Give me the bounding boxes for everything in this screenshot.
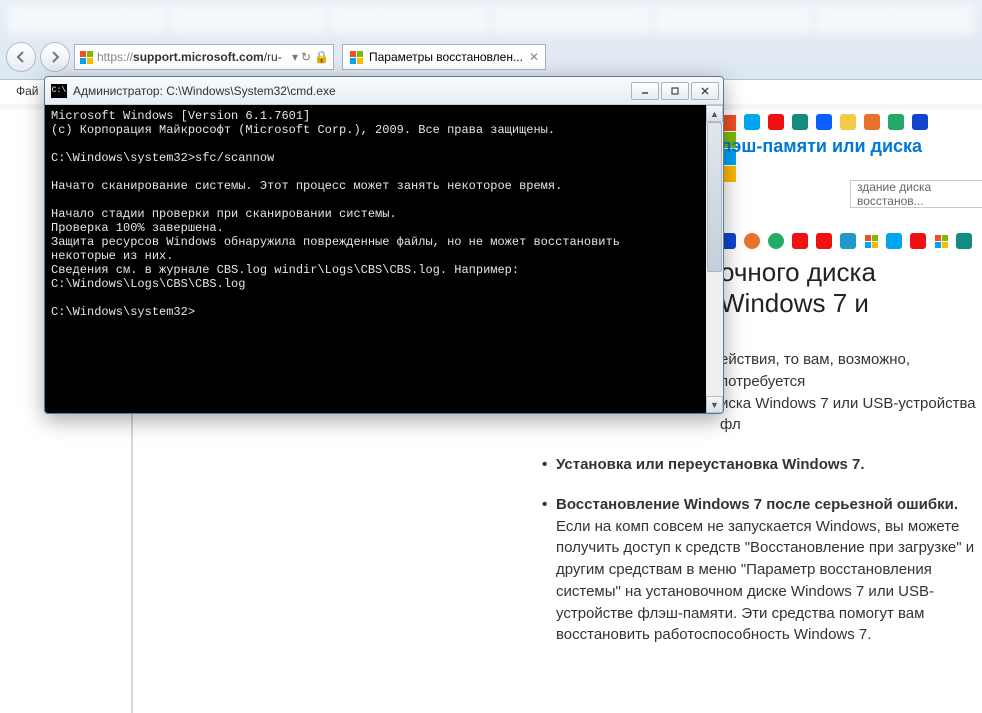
tab-strip: Параметры восстановлен... ✕ [342, 44, 546, 70]
bullet-list: Установка или переустановка Windows 7. В… [526, 454, 982, 646]
list-item: Установка или переустановка Windows 7. [542, 454, 982, 476]
misc-icon[interactable] [744, 233, 760, 249]
windows-logo-icon[interactable] [934, 234, 948, 248]
refresh-icon[interactable]: ↻ [301, 50, 311, 64]
misc-icon[interactable] [768, 233, 784, 249]
windows-logo-icon [79, 50, 93, 64]
blurred-tab-strip [0, 0, 982, 40]
cmd-output[interactable]: Microsoft Windows [Version 6.1.7601] (c)… [45, 105, 706, 413]
maximize-button[interactable] [661, 82, 689, 100]
edge-icon[interactable] [886, 233, 902, 249]
yandex-icon[interactable] [768, 114, 784, 130]
bing-icon[interactable] [816, 114, 832, 130]
1c-icon[interactable] [840, 114, 856, 130]
tax-icon[interactable] [956, 233, 972, 249]
dropdown-icon[interactable]: ▾ [292, 50, 298, 64]
search-text: здание диска восстанов... [857, 180, 982, 208]
tax-icon[interactable] [792, 114, 808, 130]
scroll-track[interactable] [706, 122, 723, 396]
edge-icon[interactable] [744, 114, 760, 130]
minimize-button[interactable] [631, 82, 659, 100]
misc-icon[interactable] [912, 114, 928, 130]
close-button[interactable] [691, 82, 719, 100]
file-menu[interactable]: Фай [16, 84, 39, 98]
cmd-title: Администратор: C:\Windows\System32\cmd.e… [73, 84, 625, 98]
misc-icon[interactable] [888, 114, 904, 130]
windows-logo-icon [349, 50, 363, 64]
address-bar[interactable]: https://support.microsoft.com/ru- ▾ ↻ 🔒 [74, 44, 334, 70]
tab-active[interactable]: Параметры восстановлен... ✕ [342, 44, 546, 70]
url-text: https://support.microsoft.com/ru- [97, 50, 288, 64]
cmd-window[interactable]: C:\ Администратор: C:\Windows\System32\c… [44, 76, 724, 414]
scroll-down-button[interactable]: ▼ [706, 396, 723, 413]
cmd-body: Microsoft Windows [Version 6.1.7601] (c)… [45, 105, 723, 413]
cmd-icon: C:\ [51, 84, 67, 98]
misc-icon[interactable] [864, 114, 880, 130]
windows-logo-icon[interactable] [864, 234, 878, 248]
cmd-scrollbar[interactable]: ▲ ▼ [706, 105, 723, 413]
lock-icon: 🔒 [314, 50, 329, 64]
cmd-titlebar[interactable]: C:\ Администратор: C:\Windows\System32\c… [45, 77, 723, 105]
scroll-thumb[interactable] [707, 122, 722, 272]
nav-bar: https://support.microsoft.com/ru- ▾ ↻ 🔒 … [0, 40, 982, 74]
kaspersky-icon[interactable] [816, 233, 832, 249]
tab-close-icon[interactable]: ✕ [529, 50, 539, 64]
forward-button[interactable] [40, 42, 70, 72]
address-bar-controls: ▾ ↻ 🔒 [292, 50, 329, 64]
back-button[interactable] [6, 42, 36, 72]
page-search-input[interactable]: здание диска восстанов... ✕ [850, 180, 982, 208]
kaspersky-icon[interactable] [792, 233, 808, 249]
yandex-icon[interactable] [910, 233, 926, 249]
tab-label: Параметры восстановлен... [369, 50, 523, 64]
list-item: Восстановление Windows 7 после серьезной… [542, 494, 982, 646]
misc-icon[interactable] [840, 233, 856, 249]
window-buttons [631, 82, 719, 100]
scroll-up-button[interactable]: ▲ [706, 105, 723, 122]
browser-chrome: https://support.microsoft.com/ru- ▾ ↻ 🔒 … [0, 0, 982, 80]
